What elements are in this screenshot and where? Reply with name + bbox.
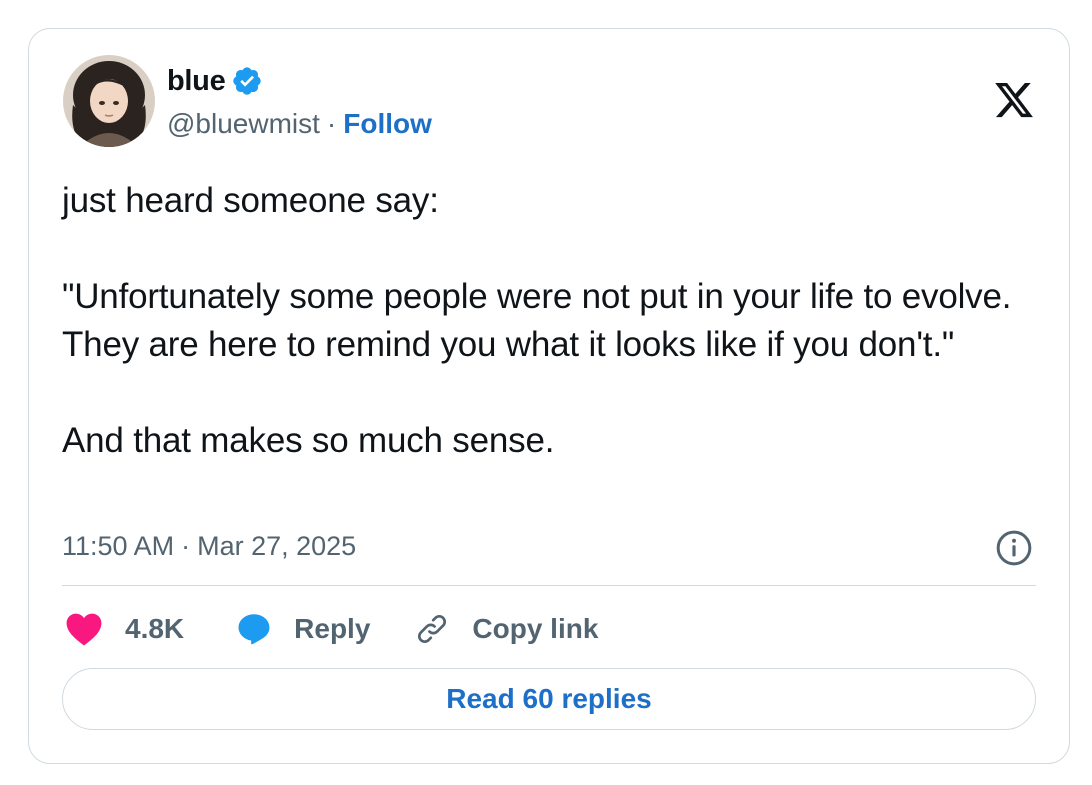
divider	[62, 585, 1036, 586]
x-logo-icon[interactable]	[993, 79, 1035, 121]
display-name[interactable]: blue	[167, 65, 226, 98]
tweet-date: Mar 27, 2025	[197, 530, 357, 561]
read-replies-label: Read 60 replies	[446, 683, 652, 714]
like-button[interactable]: 4.8K	[65, 611, 184, 647]
tweet-card: blue @bluewmist · Follow just heard some…	[28, 28, 1070, 764]
avatar[interactable]	[63, 55, 155, 147]
verified-badge-icon	[231, 65, 263, 97]
tweet-text: just heard someone say: "Unfortunately s…	[62, 177, 1042, 465]
reply-button[interactable]: Reply	[236, 611, 370, 647]
handle-separator: ·	[326, 108, 337, 139]
author-name-row: blue	[167, 63, 263, 99]
tweet-paragraph: "Unfortunately some people were not put …	[62, 277, 1012, 364]
tweet-paragraph: just heard someone say:	[62, 181, 439, 220]
author-handle-row: @bluewmist · Follow	[167, 107, 432, 141]
copy-link-label: Copy link	[472, 613, 599, 644]
reply-label: Reply	[294, 613, 371, 644]
speech-bubble-icon	[236, 611, 272, 647]
copy-link-button[interactable]: Copy link	[414, 611, 598, 647]
read-replies-button[interactable]: Read 60 replies	[62, 668, 1036, 730]
action-bar: 4.8K Reply Copy link	[65, 607, 598, 651]
follow-button[interactable]: Follow	[343, 108, 432, 140]
heart-icon	[65, 611, 103, 647]
link-icon	[414, 611, 450, 647]
author-handle[interactable]: @bluewmist	[167, 108, 320, 140]
tweet-paragraph: And that makes so much sense.	[62, 421, 555, 460]
like-count: 4.8K	[125, 613, 185, 644]
tweet-timestamp[interactable]: 11:50 AM · Mar 27, 2025	[62, 526, 356, 566]
tweet-time: 11:50 AM	[62, 530, 175, 561]
avatar-image	[63, 55, 155, 147]
info-icon[interactable]	[995, 529, 1033, 567]
timestamp-separator: ·	[181, 530, 191, 561]
